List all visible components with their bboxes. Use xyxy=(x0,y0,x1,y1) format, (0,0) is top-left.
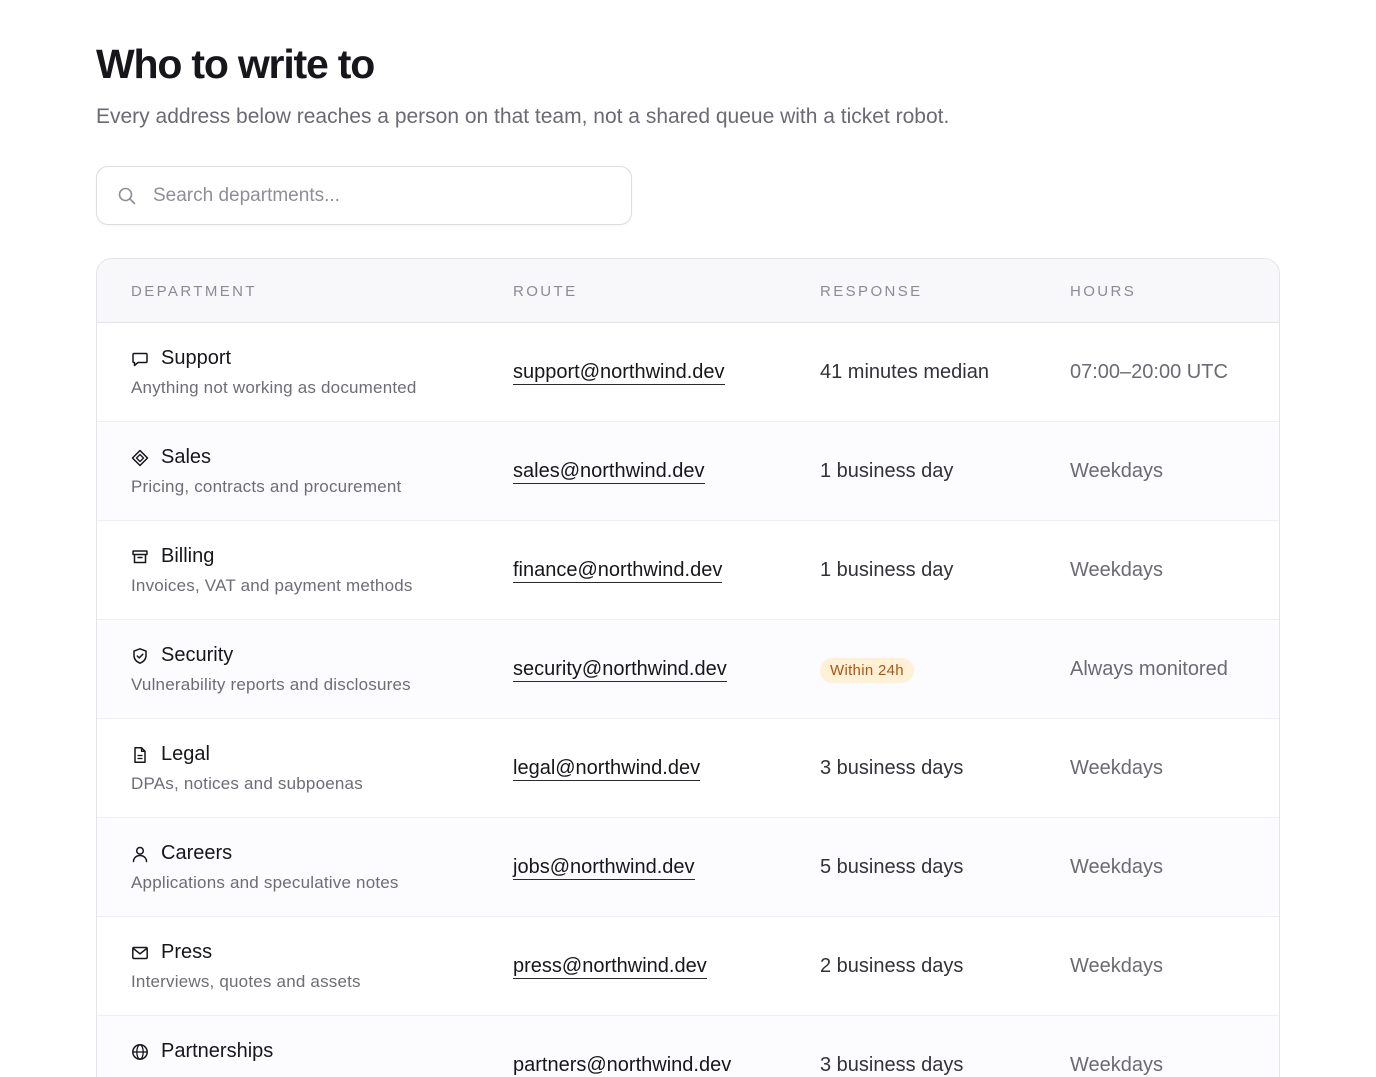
table-row: Security Vulnerability reports and discl… xyxy=(97,620,1279,719)
response-time: 5 business days xyxy=(820,856,964,878)
departments-table: DEPARTMENT ROUTE RESPONSE HOURS Support … xyxy=(96,258,1280,1077)
column-header-response: RESPONSE xyxy=(820,283,923,300)
table-row: Sales Pricing, contracts and procurement… xyxy=(97,422,1279,521)
user-icon xyxy=(131,845,149,863)
page: Who to write to Every address below reac… xyxy=(0,0,1376,1077)
department-description: Applications and speculative notes xyxy=(131,873,399,892)
globe-icon xyxy=(131,1043,149,1061)
route-email-link[interactable]: support@northwind.dev xyxy=(513,360,725,385)
shield-check-icon xyxy=(131,647,149,665)
page-subtitle: Every address below reaches a person on … xyxy=(96,105,950,128)
hours: Weekdays xyxy=(1070,757,1164,779)
table-row: Careers Applications and speculative not… xyxy=(97,818,1279,917)
department-name: Security xyxy=(131,644,233,667)
response-time: 2 business days xyxy=(820,955,964,977)
department-name: Billing xyxy=(131,545,214,568)
table-row: Support Anything not working as document… xyxy=(97,323,1279,422)
route-email-link[interactable]: press@northwind.dev xyxy=(513,954,707,979)
response-time: 3 business days xyxy=(820,1054,964,1076)
department-description: Pricing, contracts and procurement xyxy=(131,477,402,496)
response-time: 41 minutes median xyxy=(820,361,989,383)
column-header-route: ROUTE xyxy=(513,283,578,300)
route-email-link[interactable]: sales@northwind.dev xyxy=(513,459,705,484)
search-icon xyxy=(118,187,136,204)
column-header-department: DEPARTMENT xyxy=(131,283,257,300)
department-name: Press xyxy=(131,941,212,964)
column-header-hours: HOURS xyxy=(1070,283,1137,300)
table-row: Legal DPAs, notices and subpoenas legal@… xyxy=(97,719,1279,818)
department-description: Interviews, quotes and assets xyxy=(131,972,361,991)
response-time: 3 business days xyxy=(820,757,964,779)
diamond-icon xyxy=(131,449,149,467)
route-email-link[interactable]: jobs@northwind.dev xyxy=(513,855,695,880)
response-time: 1 business day xyxy=(820,559,954,581)
hours: Weekdays xyxy=(1070,559,1164,581)
hours: 07:00–20:00 UTC xyxy=(1070,361,1228,383)
department-description: Anything not working as documented xyxy=(131,378,417,397)
department-description: DPAs, notices and subpoenas xyxy=(131,774,363,793)
page-title: Who to write to xyxy=(96,41,375,87)
department-name: Support xyxy=(131,347,231,370)
route-email-link[interactable]: security@northwind.dev xyxy=(513,657,727,682)
hours: Weekdays xyxy=(1070,460,1164,482)
response-badge: Within 24h xyxy=(820,658,914,683)
response-time: 1 business day xyxy=(820,460,954,482)
department-name: Partnerships xyxy=(131,1040,273,1063)
search-input[interactable] xyxy=(153,184,593,207)
department-name: Legal xyxy=(131,743,210,766)
search-box[interactable] xyxy=(96,166,632,225)
hours: Weekdays xyxy=(1070,856,1164,878)
department-name: Careers xyxy=(131,842,232,865)
hours: Weekdays xyxy=(1070,955,1164,977)
hours: Always monitored xyxy=(1070,658,1228,680)
table-row: Billing Invoices, VAT and payment method… xyxy=(97,521,1279,620)
route-email-link[interactable]: legal@northwind.dev xyxy=(513,756,701,781)
table-row: Partnerships partners@northwind.dev 3 bu… xyxy=(97,1016,1279,1077)
document-icon xyxy=(131,746,149,764)
table-header: DEPARTMENT ROUTE RESPONSE HOURS xyxy=(97,259,1279,323)
route-email-link[interactable]: partners@northwind.dev xyxy=(513,1053,731,1077)
department-name: Sales xyxy=(131,446,211,469)
department-description: Invoices, VAT and payment methods xyxy=(131,576,413,595)
route-email-link[interactable]: finance@northwind.dev xyxy=(513,558,723,583)
envelope-icon xyxy=(131,944,149,962)
hours: Weekdays xyxy=(1070,1054,1164,1076)
chat-bubble-icon xyxy=(131,350,149,368)
table-row: Press Interviews, quotes and assets pres… xyxy=(97,917,1279,1016)
archive-box-icon xyxy=(131,548,149,566)
department-description: Vulnerability reports and disclosures xyxy=(131,675,411,694)
